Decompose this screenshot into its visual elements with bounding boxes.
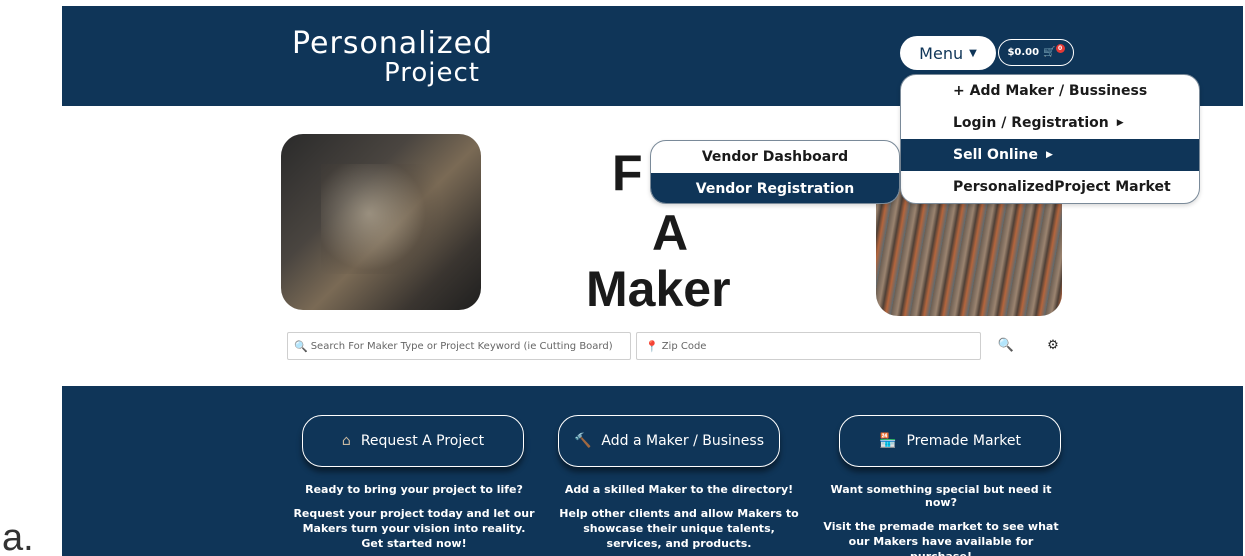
search-submit-button[interactable]: 🔍 (995, 334, 1017, 356)
button-label: Add a Maker / Business (601, 433, 764, 449)
feature-text-market: Want something special but need it now? … (819, 483, 1063, 556)
logo-line-2: Project (384, 58, 480, 88)
sell-online-submenu: Vendor Dashboard Vendor Registration (650, 140, 900, 204)
search-placeholder: Search For Maker Type or Project Keyword… (310, 340, 613, 352)
hero-word-3: Maker (586, 261, 731, 317)
cart-icon: 🛒 (1043, 47, 1056, 58)
figure-caption: a. (2, 517, 34, 556)
site-logo[interactable]: Personalized Project (292, 20, 532, 96)
feature-heading: Ready to bring your project to life? (305, 483, 523, 496)
features-section: ⌂ Request A Project 🔨 Add a Maker / Busi… (62, 386, 1243, 556)
feature-body: Help other clients and allow Makers to s… (559, 507, 799, 550)
menu-item-label: Login / Registration (953, 115, 1109, 131)
menu-item-label: + Add Maker / Bussiness (953, 83, 1148, 99)
button-label: Request A Project (360, 433, 485, 449)
caret-right-icon: ▶ (1116, 118, 1124, 128)
request-project-button[interactable]: ⌂ Request A Project (302, 415, 524, 467)
search-settings-button[interactable]: ⚙ (1042, 334, 1064, 356)
workshop-image (281, 134, 481, 310)
feature-heading: Add a skilled Maker to the directory! (564, 483, 794, 496)
menu-item-label: Sell Online (953, 147, 1038, 163)
button-label: Premade Market (906, 433, 1021, 449)
menu-item-add-maker[interactable]: + Add Maker / Bussiness (901, 75, 1199, 107)
hammer-icon: 🔨 (573, 433, 592, 449)
cart-count-badge: 0 (1055, 44, 1065, 53)
add-maker-button[interactable]: 🔨 Add a Maker / Business (558, 415, 780, 467)
search-input[interactable]: 🔍 Search For Maker Type or Project Keywo… (287, 332, 631, 360)
submenu-item-vendor-registration[interactable]: Vendor Registration (651, 173, 899, 203)
hero-word-1: F (612, 145, 643, 201)
menu-item-sell-online[interactable]: Sell Online ▶ (901, 139, 1199, 171)
map-marker-icon: 📍 (645, 339, 659, 353)
zip-code-input[interactable]: 📍 Zip Code (636, 332, 981, 360)
menu-item-label: PersonalizedProject Market (953, 179, 1171, 195)
caret-right-icon: ▶ (1045, 150, 1053, 160)
store-icon: 🏪 (879, 433, 897, 449)
submenu-item-vendor-dashboard[interactable]: Vendor Dashboard (651, 141, 899, 173)
feature-heading: Want something special but need it now? (830, 483, 1052, 509)
page: Personalized Project Menu ▼ $0.00 🛒 0 F … (0, 0, 1245, 556)
menu-item-market[interactable]: PersonalizedProject Market (901, 171, 1199, 203)
feature-text-request: Ready to bring your project to life? Req… (292, 483, 536, 551)
logo-line-1: Personalized (292, 26, 494, 61)
caret-down-icon: ▼ (969, 47, 977, 59)
cart-total: $0.00 (1007, 47, 1040, 58)
main-menu-dropdown: + Add Maker / Bussiness Login / Registra… (900, 74, 1200, 204)
feature-body: Visit the premade market to see what our… (823, 520, 1059, 556)
hero-word-2: A (652, 205, 689, 261)
menu-button[interactable]: Menu ▼ (900, 36, 996, 70)
menu-label: Menu (919, 43, 964, 63)
zip-placeholder: Zip Code (661, 340, 707, 352)
search-icon: 🔍 (294, 339, 308, 353)
feature-text-add-maker: Add a skilled Maker to the directory! He… (557, 483, 801, 551)
menu-item-login-registration[interactable]: Login / Registration ▶ (901, 107, 1199, 139)
home-icon: ⌂ (341, 433, 351, 449)
premade-market-button[interactable]: 🏪 Premade Market (839, 415, 1061, 467)
gear-icon: ⚙ (1047, 337, 1059, 353)
feature-body: Request your project today and let our M… (293, 507, 535, 550)
cart-button[interactable]: $0.00 🛒 0 (998, 39, 1074, 66)
search-icon: 🔍 (997, 337, 1015, 353)
